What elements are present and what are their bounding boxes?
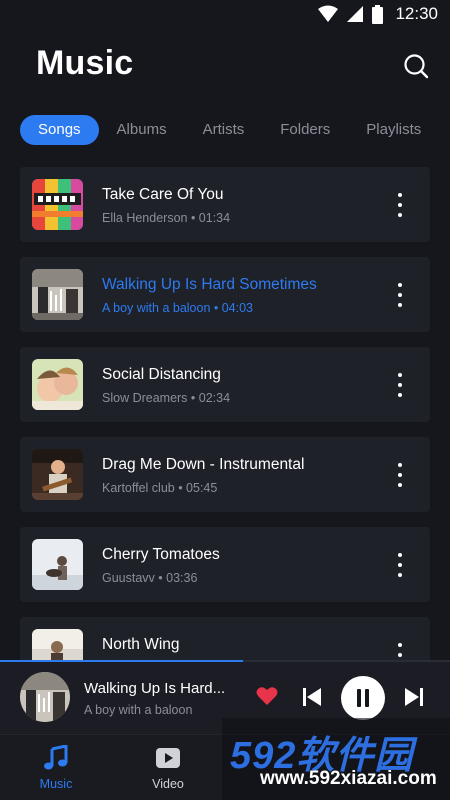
skip-previous-icon	[303, 688, 321, 706]
song-artist-duration: Kartoffel club • 05:45	[102, 481, 218, 495]
song-item[interactable]: Walking Up Is Hard Sometimes A boy with …	[20, 257, 430, 332]
cellular-signal-icon	[347, 6, 364, 22]
song-item[interactable]: Cherry Tomatoes Guustavv • 03:36	[20, 527, 430, 602]
more-options-button[interactable]	[392, 283, 408, 307]
album-art	[32, 269, 83, 320]
pause-icon	[357, 689, 369, 707]
tab-folders[interactable]: Folders	[262, 115, 348, 145]
song-item[interactable]: Drag Me Down - Instrumental Kartoffel cl…	[20, 437, 430, 512]
song-title: Take Care Of You	[102, 186, 224, 203]
song-item[interactable]: Take Care Of You Ella Henderson • 01:34	[20, 167, 430, 242]
song-artist-duration: Ella Henderson • 01:34	[102, 211, 231, 225]
video-play-icon	[156, 748, 180, 768]
next-button[interactable]	[404, 687, 424, 707]
more-options-button[interactable]	[392, 643, 408, 660]
album-art	[32, 629, 83, 660]
status-time: 12:30	[395, 4, 438, 23]
previous-button[interactable]	[302, 687, 322, 707]
wifi-icon	[318, 5, 339, 22]
album-art	[32, 539, 83, 590]
tab-albums[interactable]: Albums	[99, 115, 185, 145]
header: Music	[36, 44, 430, 92]
album-art	[32, 359, 83, 410]
song-title: Drag Me Down - Instrumental	[102, 456, 305, 473]
song-title: Social Distancing	[102, 366, 221, 383]
tab-artists[interactable]: Artists	[185, 115, 263, 145]
search-icon	[404, 54, 429, 79]
page-title: Music	[36, 44, 134, 82]
album-art	[32, 179, 83, 230]
status-icons: 12:30	[318, 4, 438, 24]
search-button[interactable]	[402, 52, 430, 80]
song-artist-duration: Slow Dreamers • 02:34	[102, 391, 231, 405]
tab-songs[interactable]: Songs	[20, 115, 99, 145]
album-art	[32, 449, 83, 500]
song-list: Take Care Of You Ella Henderson • 01:34 …	[20, 167, 430, 660]
now-playing-art	[20, 672, 70, 722]
song-title: North Wing	[102, 636, 180, 653]
nav-music[interactable]: Music	[16, 745, 96, 791]
song-item[interactable]: North Wing	[20, 617, 430, 660]
more-options-button[interactable]	[392, 553, 408, 577]
more-options-button[interactable]	[392, 463, 408, 487]
skip-next-icon	[405, 688, 423, 706]
song-item[interactable]: Social Distancing Slow Dreamers • 02:34	[20, 347, 430, 422]
pause-button[interactable]	[341, 676, 385, 720]
now-playing-title: Walking Up Is Hard...	[84, 680, 226, 697]
status-bar: 12:30	[0, 0, 450, 32]
category-tabs: Songs Albums Artists Folders Playlists	[20, 115, 450, 145]
nav-music-label: Music	[39, 777, 73, 791]
nav-video-label: Video	[152, 777, 184, 791]
tab-playlists[interactable]: Playlists	[348, 115, 439, 145]
song-title: Cherry Tomatoes	[102, 546, 220, 563]
favorite-button[interactable]	[256, 686, 278, 706]
more-options-button[interactable]	[392, 193, 408, 217]
song-artist-duration: Guustavv • 03:36	[102, 571, 198, 585]
song-artist-duration: A boy with a baloon • 04:03	[102, 301, 254, 315]
watermark: 592软件园 www.592xiazai.com	[222, 718, 450, 800]
heart-icon	[256, 687, 278, 705]
nav-video[interactable]: Video	[128, 745, 208, 791]
music-note-icon	[44, 745, 68, 770]
more-options-button[interactable]	[392, 373, 408, 397]
battery-icon	[372, 4, 384, 24]
watermark-url: www.592xiazai.com	[260, 768, 437, 789]
song-title: Walking Up Is Hard Sometimes	[102, 276, 317, 293]
now-playing-artist: A boy with a baloon	[84, 703, 193, 717]
